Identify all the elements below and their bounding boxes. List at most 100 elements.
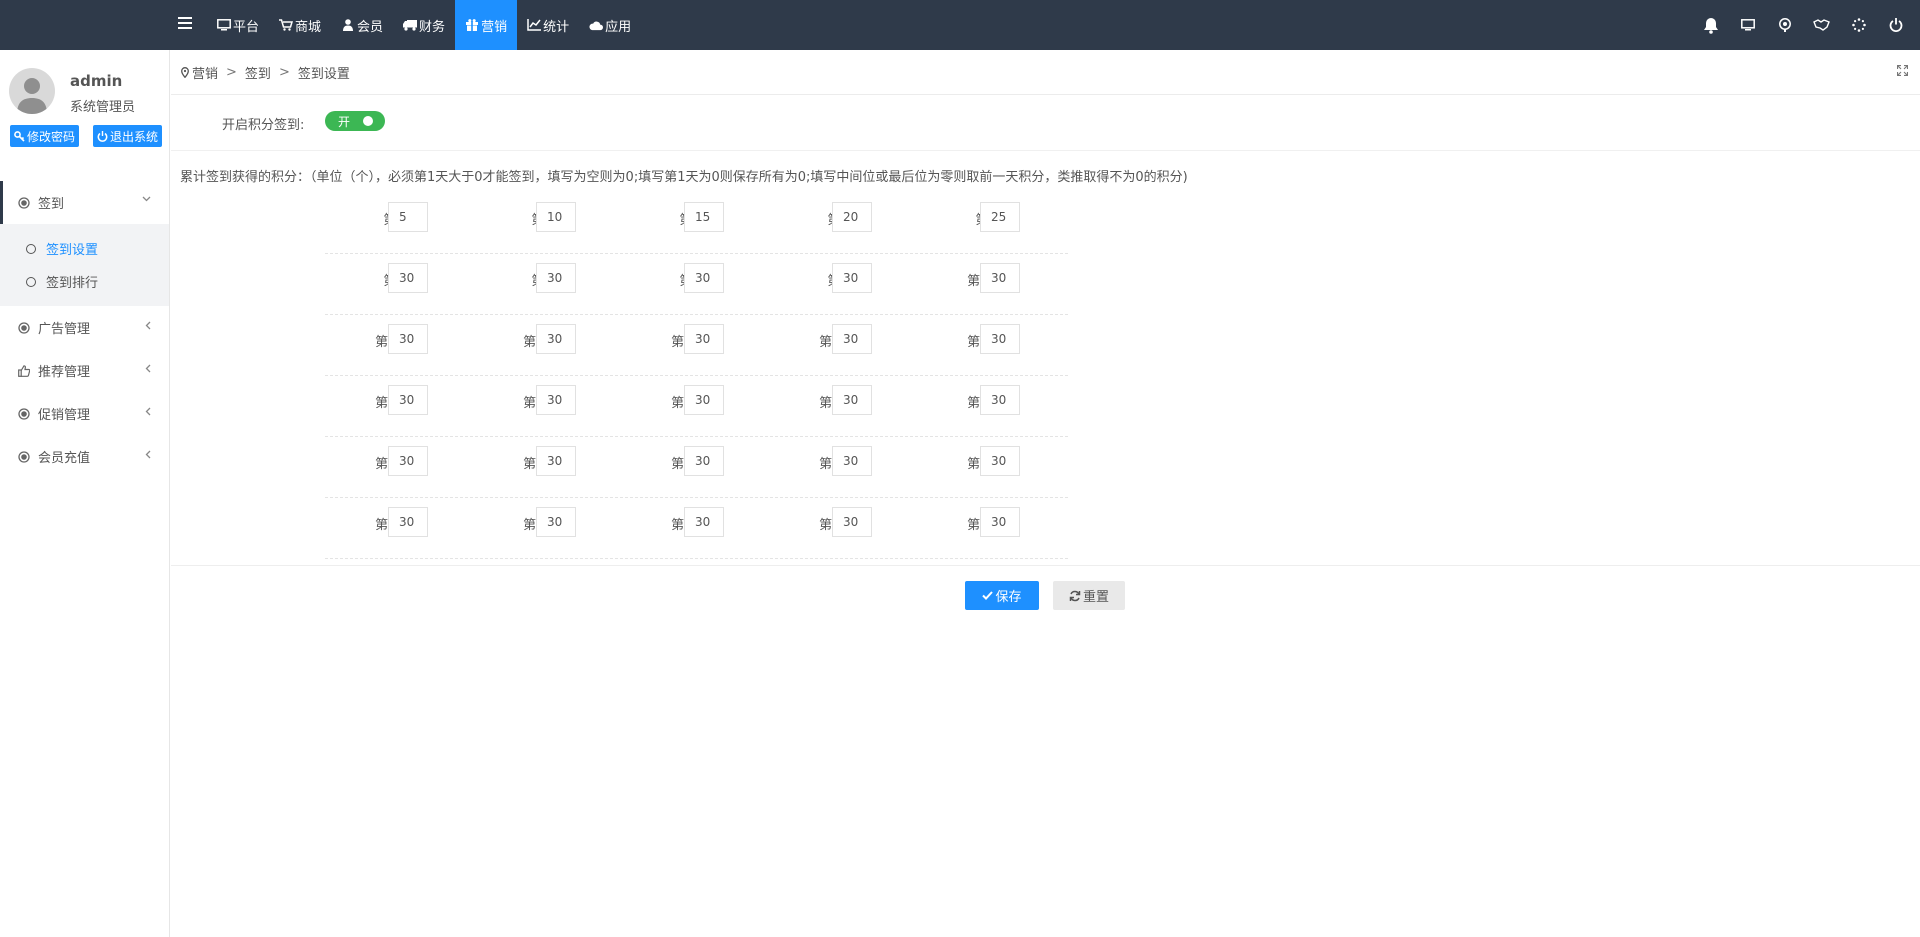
day-points-input[interactable]: 30	[684, 507, 724, 537]
checkin-switch-row: 开启积分签到: 开	[171, 95, 1920, 151]
day-row: 第26天:30第27天:30第28天:30第29天:30第30天:30	[325, 498, 1068, 559]
sidebar-item-label: 促销管理	[38, 408, 91, 423]
user-name: admin	[70, 72, 123, 90]
desktop-icon[interactable]	[1729, 0, 1766, 50]
cart-icon	[279, 18, 294, 32]
day-field: 第18天:30	[621, 385, 769, 415]
day-field: 第27天:30	[473, 507, 621, 537]
sidebar-item-label: 会员充值	[38, 451, 91, 466]
sidebar-item-promotion[interactable]: 促销管理	[0, 392, 169, 435]
day-points-input[interactable]: 30	[684, 446, 724, 476]
day-row: 第1天:5第2天:10第3天:15第4天:20第5天:25	[325, 193, 1068, 254]
sidebar-item-recommend[interactable]: 推荐管理	[0, 349, 169, 392]
day-points-input[interactable]: 30	[536, 324, 576, 354]
day-points-input[interactable]: 30	[536, 446, 576, 476]
top-navbar: 平台 商城 会员 财务 营销 统计 应用	[0, 0, 1920, 50]
nav-item-marketing[interactable]: 营销	[455, 0, 518, 50]
spinner-icon[interactable]	[1840, 0, 1877, 50]
day-points-input[interactable]: 30	[980, 507, 1020, 537]
day-points-input[interactable]: 30	[980, 263, 1020, 293]
nav-item-member[interactable]: 会员	[331, 0, 393, 50]
day-field: 第21天:30	[325, 446, 473, 476]
thumbs-up-icon	[18, 364, 30, 377]
menu-toggle-icon[interactable]	[178, 17, 192, 33]
breadcrumb-level1[interactable]: 营销	[192, 63, 218, 82]
reset-button[interactable]: 重置	[1053, 581, 1125, 610]
day-points-input[interactable]: 30	[980, 324, 1020, 354]
dot-circle-icon	[18, 407, 30, 420]
logout-label: 退出系统	[110, 129, 159, 144]
day-points-input[interactable]: 30	[388, 263, 428, 293]
logout-button[interactable]: 退出系统	[93, 125, 163, 147]
day-points-input[interactable]: 30	[832, 324, 872, 354]
day-points-input[interactable]: 30	[684, 263, 724, 293]
truck-icon	[403, 18, 418, 32]
dot-circle-icon	[18, 196, 30, 209]
breadcrumb-level2[interactable]: 签到	[245, 63, 271, 82]
nav-label: 平台	[233, 19, 260, 35]
day-points-input[interactable]: 30	[832, 263, 872, 293]
day-points-input[interactable]: 30	[684, 324, 724, 354]
day-field: 第30天:30	[917, 507, 1065, 537]
sidebar-item-checkin[interactable]: 签到	[0, 181, 169, 224]
sidebar-item-label: 签到	[38, 197, 65, 212]
sidebar: admin 系统管理员 修改密码 退出系统 签到 签到设置 签到排行 广告管理 …	[0, 50, 170, 937]
nav-item-finance[interactable]: 财务	[393, 0, 455, 50]
sidebar-item-label: 推荐管理	[38, 365, 91, 380]
handshake-icon[interactable]	[1803, 0, 1840, 50]
day-row: 第6天:30第7天:30第8天:30第9天:30第10天:30	[325, 254, 1068, 315]
day-points-input[interactable]: 30	[388, 507, 428, 537]
day-points-input[interactable]: 30	[388, 385, 428, 415]
chip-icon[interactable]	[1766, 0, 1803, 50]
bell-icon[interactable]	[1692, 0, 1729, 50]
chevron-down-icon	[142, 196, 151, 202]
daily-points-grid: 第1天:5第2天:10第3天:15第4天:20第5天:25第6天:30第7天:3…	[325, 193, 1068, 559]
top-right-toolbar	[1692, 0, 1914, 50]
power-icon[interactable]	[1877, 0, 1914, 50]
day-points-input[interactable]: 30	[684, 385, 724, 415]
change-password-button[interactable]: 修改密码	[10, 125, 80, 147]
day-field: 第8天:30	[621, 263, 769, 293]
day-points-input[interactable]: 10	[536, 202, 576, 232]
save-button[interactable]: 保存	[965, 581, 1039, 610]
save-label: 保存	[995, 590, 1022, 605]
breadcrumb: 营销 > 签到 > 签到设置	[171, 50, 1920, 95]
day-points-input[interactable]: 30	[980, 446, 1020, 476]
checkin-toggle[interactable]: 开	[325, 111, 385, 131]
day-field: 第12天:30	[473, 324, 621, 354]
sidebar-subitem-label: 签到排行	[46, 276, 99, 291]
day-points-input[interactable]: 30	[388, 324, 428, 354]
day-points-input[interactable]: 15	[684, 202, 724, 232]
nav-item-statistics[interactable]: 统计	[517, 0, 579, 50]
sidebar-subitem-checkin-ranking[interactable]: 签到排行	[0, 265, 169, 298]
nav-item-platform[interactable]: 平台	[207, 0, 269, 50]
day-points-input[interactable]: 30	[536, 385, 576, 415]
power-icon	[97, 130, 108, 142]
day-points-input[interactable]: 30	[388, 446, 428, 476]
day-field: 第17天:30	[473, 385, 621, 415]
dot-circle-icon	[18, 321, 30, 334]
day-row: 第21天:30第22天:30第23天:30第24天:30第25天:30	[325, 437, 1068, 498]
day-points-input[interactable]: 20	[832, 202, 872, 232]
sidebar-item-ads[interactable]: 广告管理	[0, 306, 169, 349]
sidebar-item-recharge[interactable]: 会员充值	[0, 435, 169, 478]
sidebar-submenu: 签到设置 签到排行	[0, 224, 169, 306]
day-points-input[interactable]: 30	[536, 263, 576, 293]
nav-item-apps[interactable]: 应用	[579, 0, 641, 50]
chevron-left-icon	[145, 321, 151, 330]
checkin-switch-label: 开启积分签到:	[222, 118, 305, 133]
day-points-input[interactable]: 30	[832, 385, 872, 415]
main-nav: 平台 商城 会员 财务 营销 统计 应用	[207, 0, 641, 50]
nav-item-mall[interactable]: 商城	[269, 0, 331, 50]
day-points-input[interactable]: 30	[832, 446, 872, 476]
day-points-input[interactable]: 30	[536, 507, 576, 537]
breadcrumb-separator: >	[226, 64, 237, 80]
fullscreen-icon[interactable]	[1897, 65, 1908, 76]
day-points-input[interactable]: 25	[980, 202, 1020, 232]
sidebar-subitem-checkin-settings[interactable]: 签到设置	[0, 232, 169, 265]
day-points-input[interactable]: 5	[388, 202, 428, 232]
day-field: 第5天:25	[917, 202, 1065, 232]
map-marker-icon	[181, 66, 189, 78]
day-points-input[interactable]: 30	[832, 507, 872, 537]
day-points-input[interactable]: 30	[980, 385, 1020, 415]
